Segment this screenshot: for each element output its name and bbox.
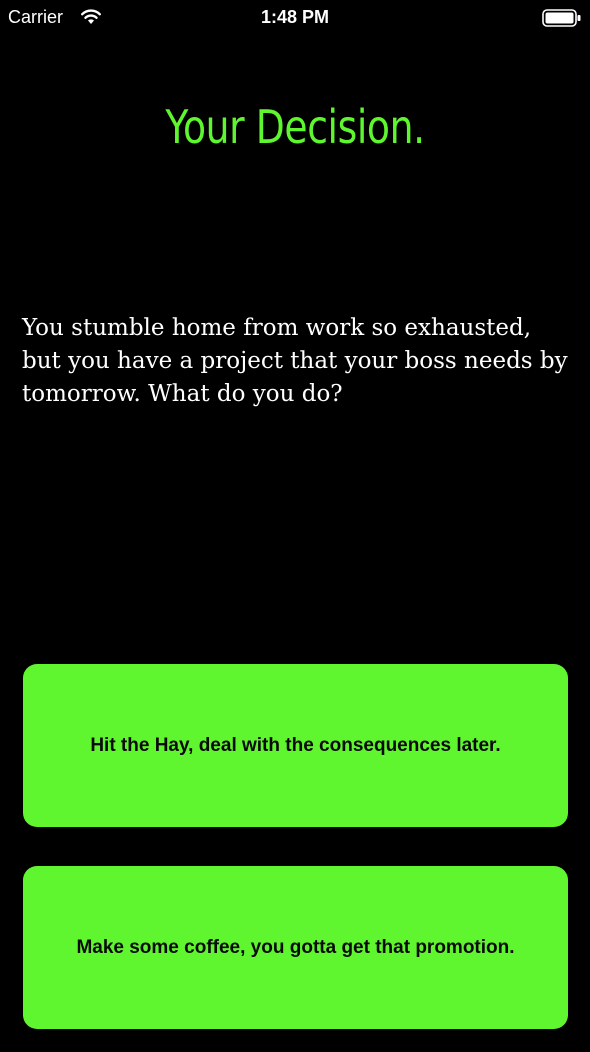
choice-1-label: Hit the Hay, deal with the consequences … [90, 734, 501, 756]
page-title: Your Decision. [165, 100, 425, 154]
clock: 1:48 PM [260, 7, 330, 27]
status-bar: Carrier 1:48 PM [0, 0, 590, 40]
story-text: You stumble home from work so exhausted,… [22, 315, 568, 407]
choice-2-label: Make some coffee, you gotta get that pro… [76, 936, 515, 958]
choice-2-button[interactable]: Make some coffee, you gotta get that pro… [23, 866, 568, 1029]
battery-icon [542, 9, 581, 27]
choice-1-button[interactable]: Hit the Hay, deal with the consequences … [23, 664, 568, 827]
